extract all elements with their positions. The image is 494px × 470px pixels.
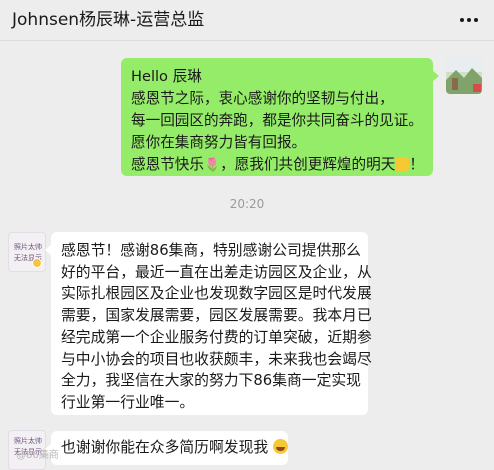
message-line: 需要，国家发展需要，园区发展需要。我本月已 xyxy=(61,307,372,325)
ellipsis-icon[interactable] xyxy=(458,12,480,28)
bubble-tail xyxy=(432,70,439,82)
message-line: ！ xyxy=(409,156,424,173)
handshake-icon xyxy=(395,157,410,171)
message-line: ，愿我们共创更辉煌的明天 xyxy=(220,156,396,173)
contact-message-text: 也谢谢你能在众多简历啊发现我 xyxy=(61,437,288,459)
self-message-bubble[interactable]: Hello 辰琳 感恩节之际，衷心感谢你的坚韧与付出， 每一回园区的奔跑，都是你… xyxy=(121,58,439,176)
message-line: 实际扎根园区及企业也发现数字园区是时代发展 xyxy=(61,285,372,303)
message-line: 也谢谢你能在众多简历啊发现我 xyxy=(61,439,269,456)
contact-message-text: 感恩节！感谢86集商，特别感谢公司提供那么 好的平台，最近一直在出差走访园区及企… xyxy=(61,240,372,414)
chat-header: Johnsen杨辰琳-运营总监 xyxy=(0,0,494,41)
message-line: 行业第一行业唯一。 xyxy=(61,393,195,411)
message-line: 感恩节之际，衷心感谢你的坚韧与付出， xyxy=(131,90,394,107)
message-line: 好的平台，最近一直在出差走访园区及企业，从 xyxy=(61,263,372,281)
message-line: Hello 辰琳 xyxy=(131,68,202,85)
contact-avatar[interactable]: 照片太帅 无法显示 xyxy=(8,232,46,272)
message-line: 每一回园区的奔跑，都是你共同奋斗的见证。 xyxy=(131,112,423,129)
landscape-photo-icon xyxy=(446,58,482,94)
message-timestamp: 20:20 xyxy=(229,197,265,211)
message-line: 感恩节！感谢86集商，特别感谢公司提供那么 xyxy=(61,242,361,259)
tulip-icon: 🌷 xyxy=(203,158,221,173)
avatar-placeholder-line: 照片太帅 xyxy=(14,437,42,445)
message-line: 感恩节快乐 xyxy=(131,156,204,173)
chat-title[interactable]: Johnsen杨辰琳-运营总监 xyxy=(12,9,204,31)
self-avatar[interactable] xyxy=(446,58,482,94)
message-line: 愿你在集商努力皆有回报。 xyxy=(131,134,307,151)
self-message-text: Hello 辰琳 感恩节之际，衷心感谢你的坚韧与付出， 每一回园区的奔跑，都是你… xyxy=(131,66,424,176)
message-line: 与中小协会的项目也收获颇丰，未来我也会竭尽 xyxy=(61,350,372,368)
contact-message-bubble[interactable]: 也谢谢你能在众多简历啊发现我 xyxy=(45,431,288,465)
status-dot-icon xyxy=(32,258,42,268)
message-line: 经完成第一个企业服务付费的订单突破，近期参 xyxy=(61,328,372,346)
bubble-tail xyxy=(45,244,52,256)
contact-message-bubble[interactable]: 感恩节！感谢86集商，特别感谢公司提供那么 好的平台，最近一直在出差走访园区及企… xyxy=(45,232,372,415)
watermark: @86集商 xyxy=(16,450,59,461)
message-line: 全力，我坚信在大家的努力下86集商一定实现 xyxy=(61,372,361,390)
grinning-sweat-icon xyxy=(272,439,288,454)
avatar-placeholder-line: 照片太帅 xyxy=(14,243,42,251)
